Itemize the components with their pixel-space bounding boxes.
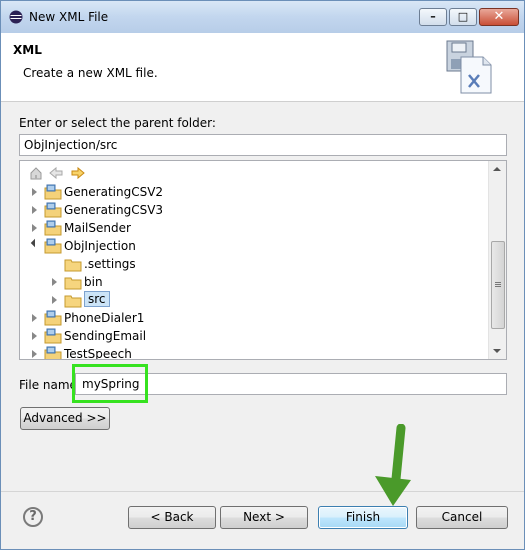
- window-title: New XML File: [29, 10, 109, 24]
- expand-right-icon[interactable]: [32, 350, 37, 358]
- tree-item[interactable]: MailSender: [20, 219, 480, 237]
- back-arrow-icon[interactable]: [48, 165, 64, 181]
- close-button[interactable]: ✕: [479, 8, 519, 26]
- minimize-icon: –: [430, 10, 436, 23]
- tree-item-label: GeneratingCSV2: [64, 185, 164, 199]
- tree-item[interactable]: GeneratingCSV2: [20, 183, 480, 201]
- expand-down-icon[interactable]: [30, 238, 40, 248]
- title-bar: New XML File – □ ✕: [1, 1, 524, 33]
- expand-right-icon[interactable]: [32, 224, 37, 232]
- folder-icon: [64, 277, 82, 290]
- eclipse-icon: [9, 10, 23, 24]
- tree-item-label: bin: [84, 275, 103, 289]
- minimize-button[interactable]: –: [419, 8, 447, 26]
- scroll-down-icon[interactable]: [493, 349, 501, 353]
- tree-item[interactable]: PhoneDialer1: [20, 309, 480, 327]
- tree-item[interactable]: ObjInjection: [20, 237, 480, 255]
- tree-item-label: GeneratingCSV3: [64, 203, 164, 217]
- tree-item-label: .settings: [84, 257, 136, 271]
- project-folder-icon: [44, 328, 62, 344]
- finish-button[interactable]: Finish: [318, 506, 408, 529]
- project-folder-icon: [44, 346, 62, 359]
- annotation-arrow-icon: [375, 424, 411, 506]
- scroll-up-icon[interactable]: [493, 167, 501, 171]
- wizard-header: XML Create a new XML file.: [1, 33, 524, 102]
- tree-item[interactable]: bin: [20, 273, 480, 291]
- project-folder-icon: [44, 202, 62, 218]
- folder-icon: [64, 259, 82, 272]
- forward-arrow-icon[interactable]: [70, 165, 86, 181]
- expand-right-icon[interactable]: [52, 296, 57, 304]
- annotation-highlight-box: [72, 364, 148, 403]
- page-description: Create a new XML file.: [23, 66, 158, 80]
- tree-item[interactable]: TestSpeech: [20, 345, 480, 360]
- folder-icon: [64, 295, 82, 308]
- button-bar-separator: [1, 491, 524, 492]
- project-folder-icon: [44, 310, 62, 326]
- project-folder-icon: [44, 220, 62, 236]
- advanced-button[interactable]: Advanced >>: [20, 407, 110, 430]
- help-icon[interactable]: ?: [23, 507, 43, 527]
- folder-tree[interactable]: GeneratingCSV2 GeneratingCSV3 MailSender Ob…: [19, 160, 507, 360]
- tree-item-label: MailSender: [64, 221, 131, 235]
- tree-item-label: src: [84, 291, 110, 307]
- parent-folder-label: Enter or select the parent folder:: [19, 116, 216, 130]
- tree-item-label: PhoneDialer1: [64, 311, 145, 325]
- expand-right-icon[interactable]: [32, 206, 37, 214]
- expand-right-icon[interactable]: [52, 278, 57, 286]
- scrollbar-thumb[interactable]: [491, 241, 505, 329]
- project-folder-icon: [44, 238, 62, 254]
- page-title: XML: [13, 43, 42, 57]
- cancel-button[interactable]: Cancel: [416, 506, 508, 529]
- close-icon: ✕: [493, 9, 505, 24]
- next-button[interactable]: Next >: [220, 506, 308, 529]
- back-button[interactable]: < Back: [128, 506, 216, 529]
- tree-item[interactable]: GeneratingCSV3: [20, 201, 480, 219]
- new-xml-file-dialog: New XML File – □ ✕ XML Create a new XML …: [0, 0, 525, 550]
- tree-item-label: TestSpeech: [64, 347, 132, 360]
- project-folder-icon: [44, 184, 62, 200]
- tree-item[interactable]: src: [20, 291, 480, 309]
- tree-scrollbar[interactable]: [488, 161, 506, 359]
- parent-folder-input[interactable]: [19, 134, 507, 156]
- tree-item[interactable]: .settings: [20, 255, 480, 273]
- maximize-button[interactable]: □: [449, 8, 477, 26]
- expand-right-icon[interactable]: [32, 314, 37, 322]
- tree-item-label: ObjInjection: [64, 239, 136, 253]
- home-icon[interactable]: [28, 165, 44, 181]
- expand-right-icon[interactable]: [32, 332, 37, 340]
- xml-file-wizard-icon: [446, 40, 492, 94]
- tree-item-label: SendingEmail: [64, 329, 147, 343]
- maximize-icon: □: [457, 10, 469, 23]
- expand-right-icon[interactable]: [32, 188, 37, 196]
- tree-item[interactable]: SendingEmail: [20, 327, 480, 345]
